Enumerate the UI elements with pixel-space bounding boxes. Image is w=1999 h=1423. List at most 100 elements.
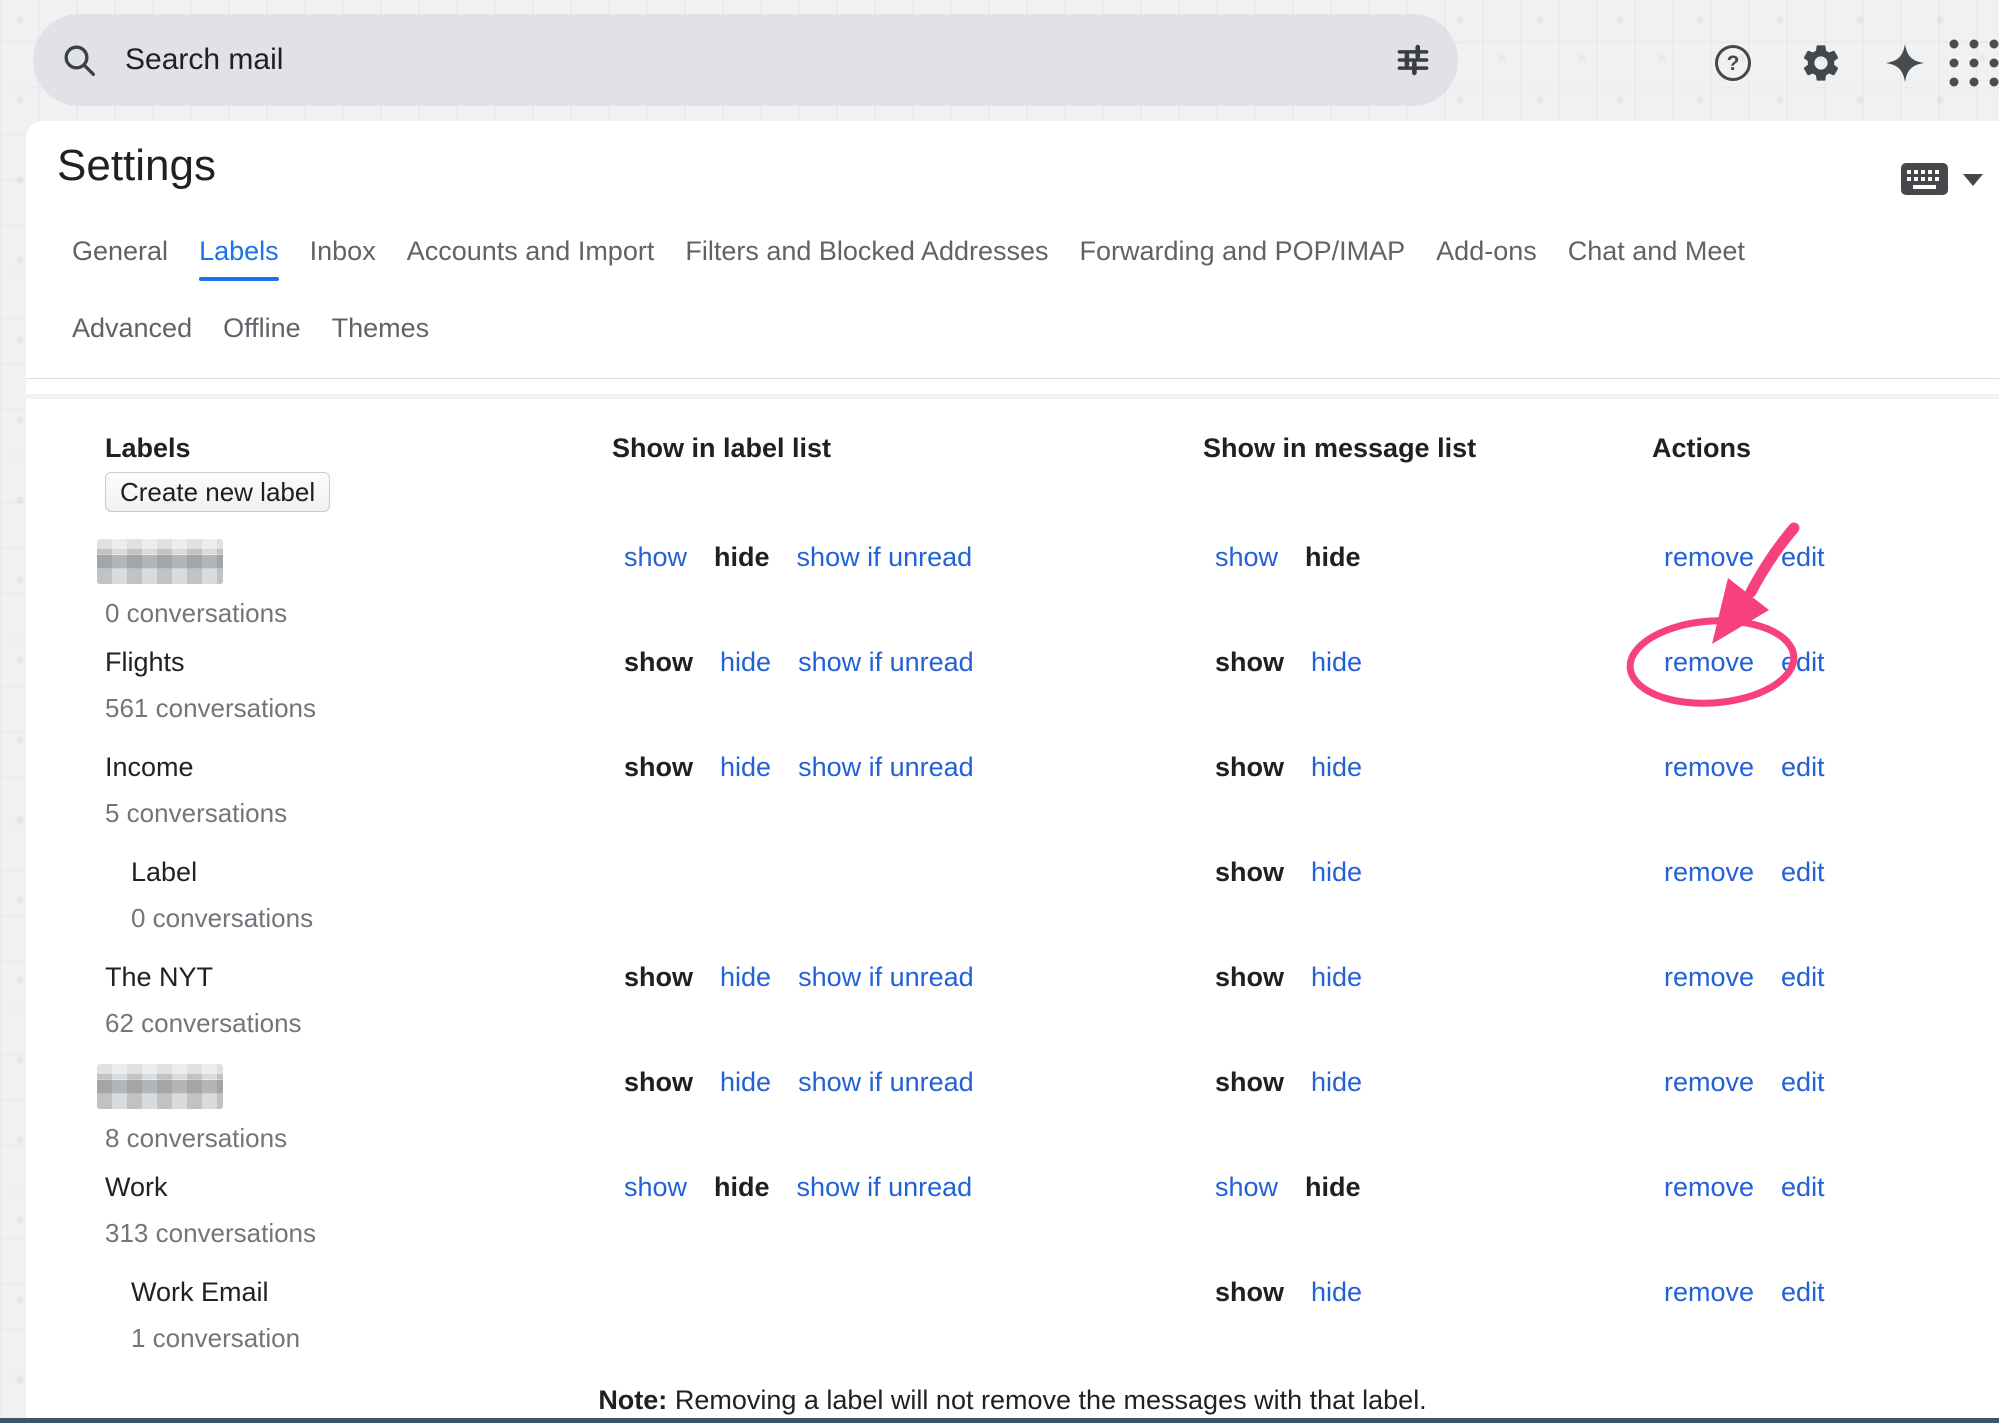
label-list-option-show[interactable]: show [624, 541, 687, 574]
gmail-settings-page: ? Settings [0, 0, 1999, 1423]
label-list-options: show hide show if unread [612, 1171, 1203, 1204]
message-list-option-show[interactable]: show [1215, 856, 1284, 889]
message-list-option-hide[interactable]: hide [1311, 1066, 1362, 1099]
message-list-option-show[interactable]: show [1215, 1276, 1284, 1309]
tabs-row1: General Labels Inbox Accounts and Import Fil… [72, 234, 1959, 281]
label-list-option-hide[interactable]: hide [714, 541, 770, 574]
action-edit[interactable]: edit [1781, 1276, 1825, 1309]
action-remove[interactable]: remove [1664, 1066, 1754, 1099]
message-list-option-hide[interactable]: hide [1311, 1276, 1362, 1309]
action-remove[interactable]: remove [1664, 541, 1754, 574]
divider-band [26, 394, 1999, 399]
label-list-option-show[interactable]: show [624, 961, 693, 994]
message-list-option-show[interactable]: show [1215, 751, 1284, 784]
message-list-option-show[interactable]: show [1215, 541, 1278, 574]
action-remove[interactable]: remove [1664, 751, 1754, 784]
message-list-option-hide[interactable]: hide [1311, 751, 1362, 784]
message-list-option-hide[interactable]: hide [1311, 961, 1362, 994]
actions-cell: remove edit [1652, 541, 1999, 574]
message-list-options: show hide [1203, 541, 1652, 574]
tab-advanced[interactable]: Advanced [72, 311, 192, 345]
label-list-option-show[interactable]: show [624, 646, 693, 679]
action-edit[interactable]: edit [1781, 856, 1825, 889]
header-show-in-message-list: Show in message list [1203, 431, 1652, 465]
message-list-option-hide[interactable]: hide [1305, 1171, 1361, 1204]
label-name: The NYT [105, 961, 612, 994]
label-name-cell: Income5 conversations [105, 751, 612, 829]
tab-labels[interactable]: Labels [199, 234, 279, 281]
label-list-option-hide[interactable]: hide [720, 646, 771, 679]
label-list-option-show[interactable]: show [624, 751, 693, 784]
message-list-option-show[interactable]: show [1215, 1066, 1284, 1099]
action-edit[interactable]: edit [1781, 1066, 1825, 1099]
tab-offline[interactable]: Offline [223, 311, 301, 345]
help-button[interactable]: ? [1711, 41, 1755, 90]
label-list-option-show-if-unread[interactable]: show if unread [798, 646, 974, 679]
input-tools-selector[interactable] [1901, 161, 1999, 202]
annotated-remove-target: remove [1664, 646, 1754, 679]
label-name: Income [105, 751, 612, 784]
tab-filters-and-blocked-addresses[interactable]: Filters and Blocked Addresses [685, 234, 1048, 281]
action-edit[interactable]: edit [1781, 961, 1825, 994]
conversation-count: 561 conversations [105, 692, 612, 724]
redacted-label-name [97, 539, 223, 584]
actions-cell: remove edit [1652, 1276, 1999, 1309]
message-list-option-show[interactable]: show [1215, 961, 1284, 994]
tab-add-ons[interactable]: Add-ons [1436, 234, 1537, 281]
label-list-option-show-if-unread[interactable]: show if unread [797, 1171, 973, 1204]
action-remove[interactable]: remove [1664, 856, 1754, 889]
label-list-option-hide[interactable]: hide [714, 1171, 770, 1204]
message-list-options: show hide [1203, 1276, 1652, 1309]
redacted-label-name [97, 1064, 223, 1109]
label-list-option-show-if-unread[interactable]: show if unread [797, 541, 973, 574]
label-rows: 0 conversationsshowhideshow if unreadsho… [105, 541, 1999, 1381]
tab-themes[interactable]: Themes [332, 311, 430, 345]
bottom-edge-strip [0, 1418, 1999, 1423]
label-list-option-hide[interactable]: hide [720, 1066, 771, 1099]
label-list-option-show-if-unread[interactable]: show if unread [798, 751, 974, 784]
label-list-options: show hide show if unread [612, 1066, 1203, 1099]
message-list-option-hide[interactable]: hide [1305, 541, 1361, 574]
create-new-label-button[interactable]: Create new label [105, 472, 330, 512]
message-list-option-show[interactable]: show [1215, 1171, 1278, 1204]
tab-inbox[interactable]: Inbox [310, 234, 376, 281]
message-list-option-show[interactable]: show [1215, 646, 1284, 679]
label-list-option-show-if-unread[interactable]: show if unread [798, 961, 974, 994]
action-remove[interactable]: remove [1664, 1276, 1754, 1309]
conversation-count: 313 conversations [105, 1217, 612, 1249]
label-list-option-hide[interactable]: hide [720, 751, 771, 784]
action-edit[interactable]: edit [1781, 541, 1825, 574]
tab-chat-and-meet[interactable]: Chat and Meet [1568, 234, 1745, 281]
gemini-button[interactable] [1884, 42, 1926, 89]
label-list-option-show[interactable]: show [624, 1171, 687, 1204]
message-list-option-hide[interactable]: hide [1311, 856, 1362, 889]
action-remove[interactable]: remove [1664, 961, 1754, 994]
label-name-cell: The NYT62 conversations [105, 961, 612, 1039]
action-remove[interactable]: remove [1664, 1171, 1754, 1204]
actions-cell: remove edit [1652, 1066, 1999, 1099]
label-list-options: show hide show if unread [612, 541, 1203, 574]
label-name-cell: Work313 conversations [105, 1171, 612, 1249]
action-edit[interactable]: edit [1781, 751, 1825, 784]
label-list-options: show hide show if unread [612, 751, 1203, 784]
apps-button[interactable] [1944, 36, 1999, 97]
tab-accounts-and-import[interactable]: Accounts and Import [407, 234, 655, 281]
actions-cell: remove edit [1652, 961, 1999, 994]
settings-button[interactable] [1799, 41, 1843, 90]
action-edit[interactable]: edit [1781, 1171, 1825, 1204]
label-list-option-show-if-unread[interactable]: show if unread [798, 1066, 974, 1099]
label-list-option-show[interactable]: show [624, 1066, 693, 1099]
divider [26, 378, 1999, 379]
conversation-count: 8 conversations [105, 1122, 612, 1154]
label-list-option-hide[interactable]: hide [720, 961, 771, 994]
label-name-cell: 0 conversations [105, 541, 612, 629]
message-list-option-hide[interactable]: hide [1311, 646, 1362, 679]
action-remove[interactable]: remove [1664, 647, 1754, 677]
tab-forwarding-and-pop-imap[interactable]: Forwarding and POP/IMAP [1080, 234, 1406, 281]
actions-cell: remove edit [1652, 1171, 1999, 1204]
action-edit[interactable]: edit [1781, 646, 1825, 679]
dropdown-arrow-icon [1963, 174, 1983, 186]
tab-general[interactable]: General [72, 234, 168, 281]
header-labels: Labels [105, 431, 612, 465]
settings-tabs: General Labels Inbox Accounts and Import Fil… [72, 234, 1959, 345]
